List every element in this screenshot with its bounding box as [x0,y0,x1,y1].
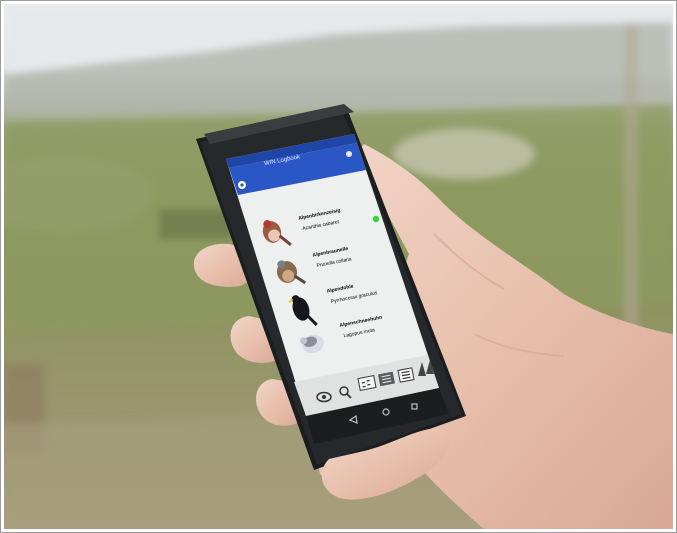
settings-gear-icon[interactable] [238,181,246,189]
overflow-menu-icon[interactable] [346,151,352,157]
grid-view-icon[interactable] [357,374,377,392]
status-dot [372,215,380,223]
scene-svg: Alpenbirkenzeisig Acanthis cabaret Alpen… [4,4,673,529]
list-view-icon[interactable] [397,367,415,383]
photo-scene: Alpenbirkenzeisig Acanthis cabaret Alpen… [4,4,673,529]
